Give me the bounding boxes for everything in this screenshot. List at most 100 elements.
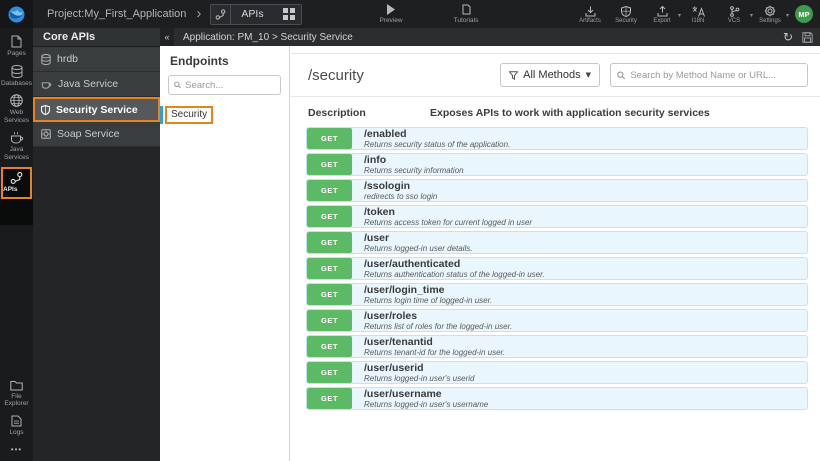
endpoint-texts: /user/tenantid Returns tenant-id for the… [352, 336, 505, 357]
export-upload-icon [649, 5, 675, 17]
endpoint-nav-security[interactable]: Security [160, 106, 289, 124]
core-apis-item-label: Security Service [56, 103, 138, 116]
tutorials-button[interactable]: Tutorials [443, 3, 489, 24]
export-button[interactable]: Export ▾ [649, 5, 681, 24]
app-breadcrumb: Application: PM_10 > Security Service [183, 31, 353, 43]
endpoint-nav-label[interactable]: Security [165, 106, 214, 124]
apis-tab-label[interactable]: APIs [231, 8, 283, 20]
soap-icon [41, 129, 51, 139]
endpoints-search[interactable] [168, 75, 281, 95]
core-apis-item-hrdb[interactable]: hrdb [33, 47, 160, 72]
endpoint-row[interactable]: GET /token Returns access token for curr… [306, 205, 808, 228]
endpoint-description: redirects to sso login [364, 191, 438, 201]
i18n-button[interactable]: I18N [685, 5, 711, 24]
endpoint-path: /ssologin [364, 179, 411, 192]
endpoint-texts: /user Returns logged-in user details. [352, 232, 473, 253]
app-header-strip: « Application: PM_10 > Security Service … [160, 28, 820, 46]
endpoint-row[interactable]: GET /user/tenantid Returns tenant-id for… [306, 335, 808, 358]
endpoint-description: Returns list of roles for the logged-in … [364, 321, 513, 331]
preview-button[interactable]: Preview [368, 3, 414, 24]
endpoints-search-input[interactable] [185, 79, 275, 91]
core-apis-item-label: Java Service [58, 78, 119, 90]
endpoint-row[interactable]: GET /user/userid Returns logged-in user'… [306, 361, 808, 384]
filter-funnel-icon [509, 70, 519, 80]
folder-icon [0, 380, 33, 391]
vcs-caret-icon: ▾ [749, 11, 753, 19]
apis-tab[interactable]: APIs [210, 3, 303, 25]
artifacts-download-icon [577, 5, 603, 17]
method-search[interactable] [610, 63, 808, 87]
shield-icon [41, 104, 50, 115]
endpoint-row[interactable]: GET /enabled Returns security status of … [306, 127, 808, 150]
endpoint-description: Returns logged-in user details. [364, 243, 473, 253]
log-file-icon [0, 415, 33, 427]
method-search-input[interactable] [630, 69, 801, 81]
core-apis-item-security-service[interactable]: Security Service [33, 97, 160, 122]
core-apis-item-java-service[interactable]: Java Service [33, 72, 160, 97]
export-caret-icon: ▾ [677, 11, 681, 19]
endpoint-path: /user [364, 231, 390, 244]
endpoint-path: /enabled [364, 127, 407, 140]
security-button[interactable]: Security [613, 5, 639, 24]
endpoint-row[interactable]: GET /user/username Returns logged-in use… [306, 387, 808, 410]
endpoint-row[interactable]: GET /user/roles Returns list of roles fo… [306, 309, 808, 332]
sidebar-item-databases[interactable]: Databases [0, 58, 33, 88]
endpoint-path: /token [364, 205, 395, 218]
method-badge: GET [307, 154, 352, 175]
api-node-icon[interactable] [211, 4, 232, 24]
dropdown-caret-icon: ▼ [585, 71, 591, 79]
settings-button[interactable]: Settings ▾ [757, 5, 789, 24]
more-options-icon[interactable]: ••• [0, 436, 33, 458]
endpoint-description: Returns tenant-id for the logged-in user… [364, 347, 506, 357]
left-icon-rail: Pages Databases Web Services Java Servic… [0, 28, 33, 461]
refresh-icon[interactable]: ↻ [783, 31, 793, 43]
user-avatar[interactable]: MP [795, 5, 813, 23]
main-content: /security All Methods ▼ Description Expo… [291, 46, 820, 461]
endpoint-row[interactable]: GET /user/login_time Returns login time … [306, 283, 808, 306]
app-logo[interactable] [0, 0, 33, 28]
description-value: Exposes APIs to work with application se… [430, 107, 710, 119]
page-icon [0, 35, 33, 48]
endpoint-row[interactable]: GET /user Returns logged-in user details… [306, 231, 808, 254]
endpoint-texts: /enabled Returns security status of the … [352, 128, 510, 149]
sidebar-item-file-explorer[interactable]: File Explorer [0, 373, 33, 408]
grid-icon[interactable] [283, 8, 301, 20]
save-icon[interactable] [802, 31, 813, 43]
endpoint-path: /info [364, 153, 387, 166]
method-badge: GET [307, 206, 352, 227]
globe-icon [0, 94, 33, 107]
app-header-actions: ↻ [783, 31, 820, 43]
vcs-button[interactable]: VCS ▾ [721, 5, 753, 24]
endpoint-row[interactable]: GET /info Returns security information [306, 153, 808, 176]
artifacts-button[interactable]: Artifacts [577, 5, 603, 24]
sidebar-item-java-services[interactable]: Java Services [0, 124, 33, 161]
method-badge: GET [307, 232, 352, 253]
database-icon [0, 64, 33, 78]
project-name[interactable]: Project:My_First_Application [47, 8, 186, 20]
gear-icon [757, 5, 783, 17]
endpoint-path: /user/tenantid [364, 335, 433, 348]
sidebar-item-pages[interactable]: Pages [0, 28, 33, 58]
service-title: /security [308, 66, 364, 84]
coffee-cup-icon [0, 131, 33, 144]
sidebar-item-logs[interactable]: Logs [0, 408, 33, 437]
endpoint-list: GET /enabled Returns security status of … [291, 124, 820, 410]
endpoint-texts: /user/login_time Returns login time of l… [352, 284, 492, 305]
method-badge: GET [307, 362, 352, 383]
sidebar-item-web-services[interactable]: Web Services [0, 87, 33, 124]
methods-filter-label: All Methods [523, 69, 581, 81]
endpoint-row[interactable]: GET /ssologin redirects to sso login [306, 179, 808, 202]
endpoint-row[interactable]: GET /user/authenticated Returns authenti… [306, 257, 808, 280]
collapse-panel-icon[interactable]: « [160, 28, 174, 46]
apis-icon [3, 172, 30, 184]
core-apis-panel: Core APIs hrdb Java Service Security Ser… [33, 28, 160, 461]
endpoint-path: /user/userid [364, 361, 424, 374]
endpoint-texts: /info Returns security information [352, 154, 464, 175]
endpoint-path: /user/authenticated [364, 257, 461, 270]
methods-filter-dropdown[interactable]: All Methods ▼ [500, 63, 600, 87]
endpoint-texts: /user/authenticated Returns authenticati… [352, 258, 545, 279]
endpoint-description: Returns security information [364, 165, 464, 175]
sidebar-item-apis[interactable]: APIs [1, 167, 32, 199]
core-apis-item-soap-service[interactable]: Soap Service [33, 122, 160, 147]
endpoint-path: /user/roles [364, 309, 418, 322]
